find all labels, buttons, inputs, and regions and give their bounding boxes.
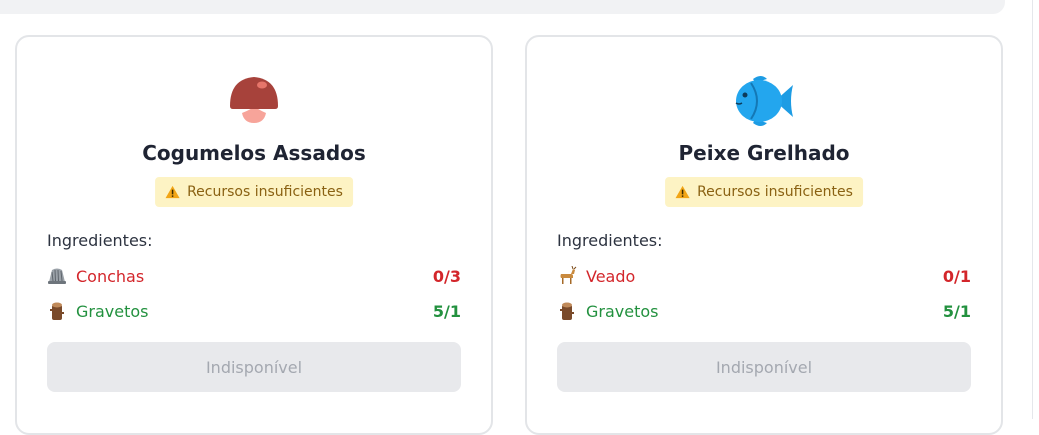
ingredients-label: Ingredientes:: [47, 231, 153, 250]
shell-icon: [48, 268, 66, 284]
ingredient-name: Conchas: [76, 266, 145, 286]
scrollbar-track: [1032, 0, 1033, 419]
deer-icon: [560, 266, 577, 284]
ingredient-row: Gravetos 5/1: [557, 299, 971, 323]
unavailable-button[interactable]: Indisponível: [557, 342, 971, 392]
status-text: Recursos insuficientes: [187, 184, 343, 200]
warning-icon: [165, 185, 180, 199]
status-text: Recursos insuficientes: [697, 184, 853, 200]
status-badge: Recursos insuficientes: [155, 177, 353, 207]
ingredient-row: Gravetos 5/1: [47, 299, 461, 323]
recipe-title: Peixe Grelhado: [678, 141, 850, 165]
ingredient-row: Conchas 0/3: [47, 264, 461, 288]
ingredient-name: Gravetos: [586, 301, 659, 321]
warning-icon: [675, 185, 690, 199]
recipe-title: Cogumelos Assados: [142, 141, 366, 165]
top-panel-edge: [0, 0, 1005, 14]
status-badge: Recursos insuficientes: [665, 177, 863, 207]
ingredient-count: 5/1: [942, 301, 971, 321]
ingredient-count: 0/3: [432, 266, 461, 286]
ingredient-count: 5/1: [432, 301, 461, 321]
ingredient-row: Veado 0/1: [557, 264, 971, 288]
recipe-card-cogumelos-assados: Cogumelos Assados Recursos insuficientes…: [15, 35, 493, 435]
wood-log-icon: [50, 302, 64, 320]
fish-icon: [735, 76, 793, 126]
mushroom-icon: [230, 77, 278, 123]
ingredient-name: Veado: [586, 266, 636, 286]
ingredient-count: 0/1: [942, 266, 971, 286]
recipe-card-peixe-grelhado: Peixe Grelhado Recursos insuficientes In…: [525, 35, 1003, 435]
ingredients-label: Ingredientes:: [557, 231, 663, 250]
unavailable-button[interactable]: Indisponível: [47, 342, 461, 392]
wood-log-icon: [560, 302, 574, 320]
ingredient-name: Gravetos: [76, 301, 149, 321]
